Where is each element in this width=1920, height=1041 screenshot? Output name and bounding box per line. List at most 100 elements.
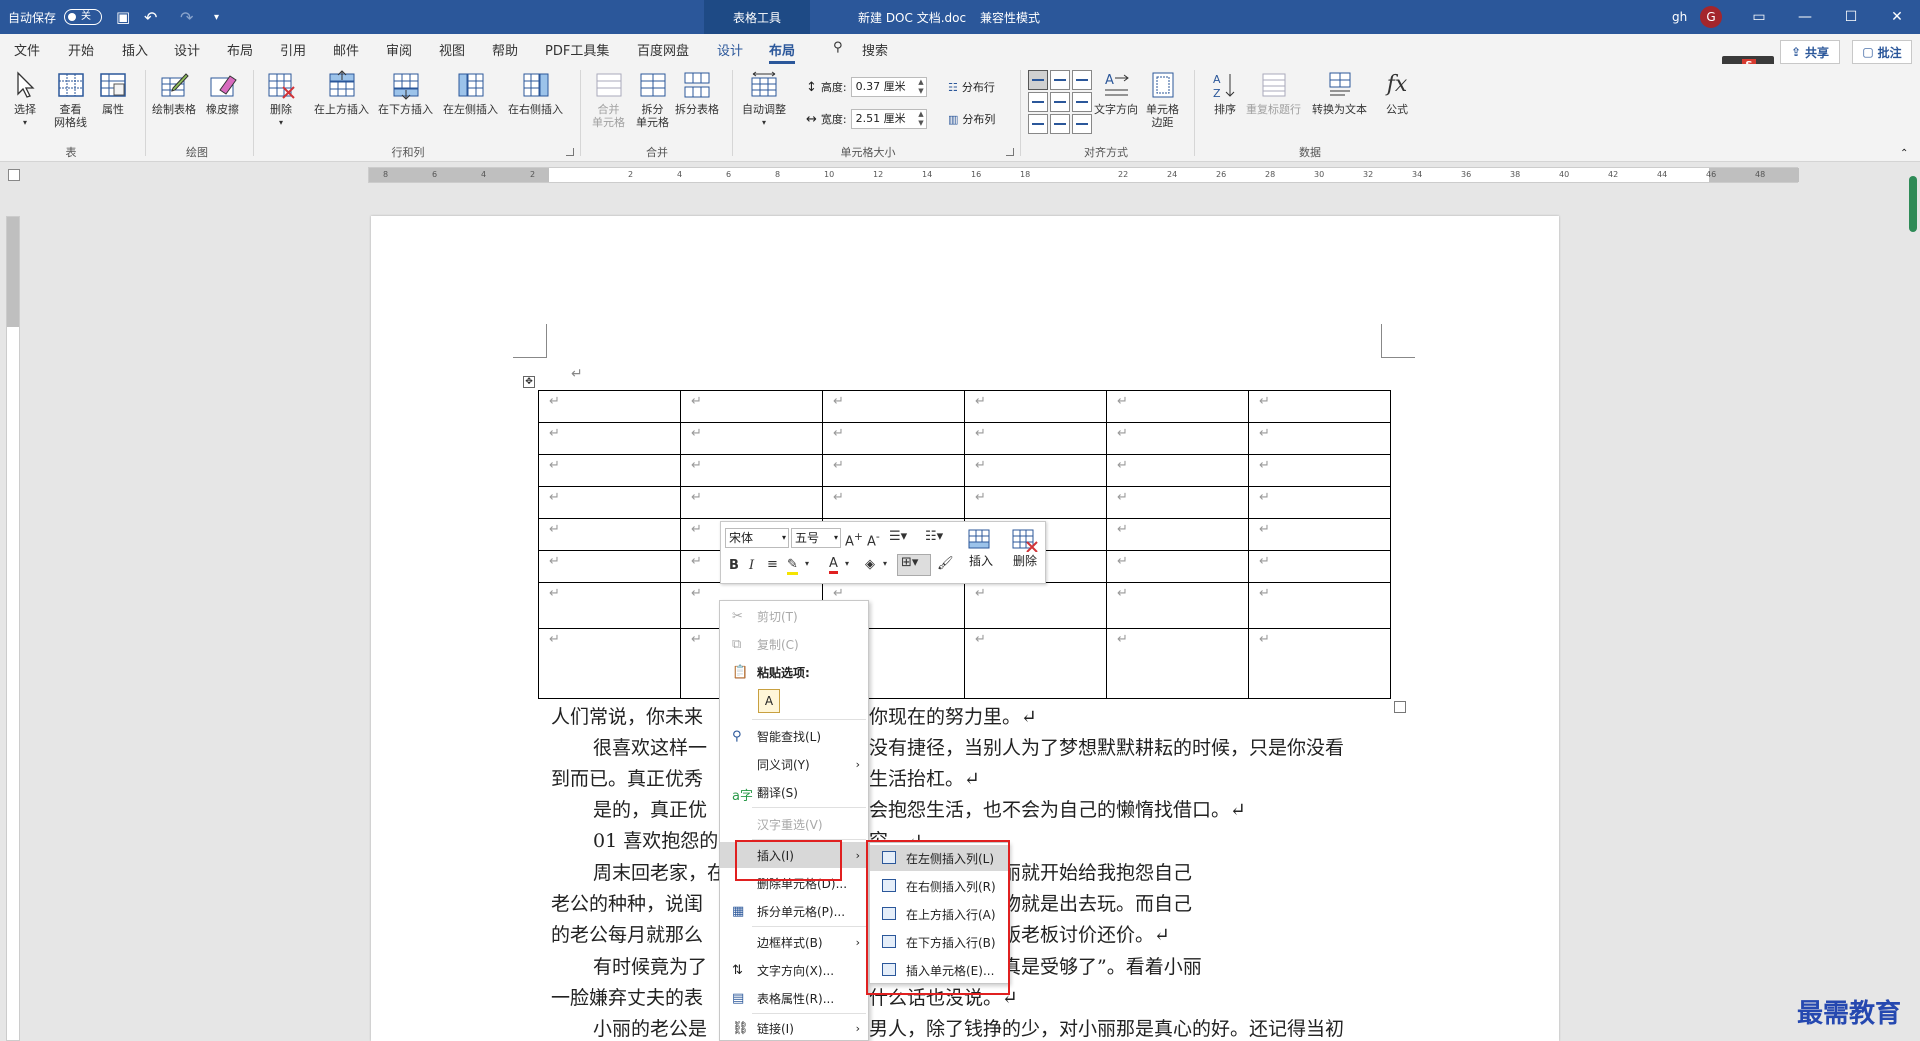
distribute-columns-button[interactable]: ▥ 分布列 — [948, 108, 995, 130]
align-middle-left-icon[interactable] — [1028, 92, 1048, 112]
bullets-icon[interactable]: ☰▾ — [889, 529, 907, 544]
align-top-center-icon[interactable] — [1050, 70, 1070, 90]
table-cell[interactable]: ↵ — [680, 390, 823, 423]
share-button[interactable]: ⇪ 共享 — [1780, 40, 1840, 64]
minimize-icon[interactable]: — — [1782, 0, 1828, 34]
mini-delete-button[interactable]: 删除 — [1011, 528, 1039, 569]
align-bottom-left-icon[interactable] — [1028, 114, 1048, 134]
tab-design[interactable]: 设计 — [174, 40, 200, 59]
tab-table-design[interactable]: 设计 — [717, 40, 743, 59]
autosave-toggle[interactable]: 关 — [64, 9, 102, 25]
width-input[interactable]: 2.51 厘米 ▲ ▼ — [850, 109, 927, 129]
insert-right-button[interactable]: 在右侧插入 — [508, 70, 563, 116]
table-move-handle-icon[interactable]: ✥ — [523, 376, 535, 388]
table-cell[interactable]: ↵ — [538, 454, 681, 487]
table-cell[interactable]: ↵ — [1106, 628, 1249, 699]
table-cell[interactable]: ↵ — [964, 454, 1107, 487]
borders-icon[interactable]: ⊞▾ — [897, 554, 931, 576]
menu-item-synonyms[interactable]: 同义词(Y) › — [720, 751, 868, 777]
grow-font-icon[interactable]: A+ — [845, 530, 863, 549]
font-color-icon[interactable]: A — [829, 556, 838, 574]
table-cell[interactable]: ↵ — [1248, 422, 1391, 455]
cell-size-dialog-launcher-icon[interactable] — [1006, 148, 1014, 156]
numbering-icon[interactable]: ☷▾ — [925, 529, 943, 544]
table-cell[interactable]: ↵ — [1106, 486, 1249, 519]
vertical-ruler[interactable] — [6, 216, 20, 1041]
format-painter-icon[interactable]: 🖌 — [937, 556, 954, 571]
select-button[interactable]: 选择 ▾ — [10, 70, 40, 129]
repeat-header-rows-button[interactable]: 重复标题行 — [1246, 70, 1301, 116]
redo-icon[interactable]: ↷ — [180, 0, 193, 34]
tab-file[interactable]: 文件 — [14, 40, 40, 59]
split-table-button[interactable]: 拆分表格 — [675, 70, 719, 116]
table-cell[interactable]: ↵ — [964, 628, 1107, 699]
menu-item-split-cells[interactable]: ▦ 拆分单元格(P)... — [720, 898, 868, 924]
delete-button[interactable]: 删除 ▾ — [266, 70, 296, 129]
insert-above-button[interactable]: 在上方插入 — [314, 70, 369, 116]
table-cell[interactable]: ↵ — [1248, 454, 1391, 487]
formula-button[interactable]: fx 公式 — [1382, 70, 1412, 116]
scrollbar-thumb[interactable] — [1909, 176, 1917, 232]
height-input[interactable]: 0.37 厘米 ▲ ▼ — [850, 77, 927, 97]
center-align-icon[interactable]: ≡ — [767, 557, 778, 572]
menu-item-border-styles[interactable]: 边框样式(B) › — [720, 929, 868, 955]
table-cell[interactable]: ↵ — [538, 628, 681, 699]
tab-mailings[interactable]: 邮件 — [333, 40, 359, 59]
table-cell[interactable]: ↵ — [1248, 582, 1391, 629]
table-cell[interactable]: ↵ — [822, 486, 965, 519]
shading-icon[interactable]: ◈ — [865, 557, 875, 572]
view-gridlines-button[interactable]: 查看 网格线 — [54, 70, 87, 129]
italic-icon[interactable]: I — [749, 558, 754, 573]
table-cell[interactable]: ↵ — [1248, 390, 1391, 423]
table-cell[interactable]: ↵ — [964, 422, 1107, 455]
properties-button[interactable]: 属性 — [98, 70, 128, 116]
tab-view[interactable]: 视图 — [439, 40, 465, 59]
close-icon[interactable]: ✕ — [1874, 0, 1920, 34]
table-cell[interactable]: ↵ — [964, 486, 1107, 519]
menu-item-reconvert[interactable]: 汉字重选(V) — [720, 811, 868, 837]
insert-below-button[interactable]: 在下方插入 — [378, 70, 433, 116]
font-family-select[interactable]: 宋体 ▾ — [725, 528, 789, 548]
table-cell[interactable]: ↵ — [822, 454, 965, 487]
table-cell[interactable]: ↵ — [1106, 582, 1249, 629]
tab-table-layout[interactable]: 布局 — [769, 40, 796, 64]
table-cell[interactable]: ↵ — [1106, 518, 1249, 551]
height-spinner[interactable]: ▲ ▼ — [918, 78, 923, 96]
align-middle-center-icon[interactable] — [1050, 92, 1070, 112]
merge-cells-button[interactable]: 合并 单元格 — [592, 70, 625, 129]
tab-pdf-tools[interactable]: PDF工具集 — [545, 40, 609, 59]
width-spinner[interactable]: ▲ ▼ — [918, 110, 923, 128]
insert-left-button[interactable]: 在左侧插入 — [443, 70, 498, 116]
search-box[interactable]: 搜索 — [862, 40, 888, 59]
font-size-select[interactable]: 五号 ▾ — [791, 528, 841, 548]
tab-insert[interactable]: 插入 — [122, 40, 148, 59]
vertical-scrollbar[interactable] — [1906, 166, 1920, 1041]
align-top-left-icon[interactable] — [1028, 70, 1048, 90]
bold-icon[interactable]: B — [729, 558, 739, 573]
table-cell[interactable]: ↵ — [538, 582, 681, 629]
font-color-dropdown-icon[interactable]: ▾ — [845, 559, 849, 568]
table-cell[interactable]: ↵ — [1106, 550, 1249, 583]
table-cell[interactable]: ↵ — [1106, 422, 1249, 455]
align-middle-right-icon[interactable] — [1072, 92, 1092, 112]
table-cell[interactable]: ↵ — [822, 422, 965, 455]
align-bottom-right-icon[interactable] — [1072, 114, 1092, 134]
menu-item-table-properties[interactable]: ▤ 表格属性(R)... — [720, 985, 868, 1011]
table-cell[interactable]: ↵ — [964, 390, 1107, 423]
menu-item-translate[interactable]: a字 翻译(S) — [720, 779, 868, 805]
maximize-icon[interactable]: ☐ — [1828, 0, 1874, 34]
table-cell[interactable]: ↵ — [1248, 628, 1391, 699]
align-top-right-icon[interactable] — [1072, 70, 1092, 90]
align-bottom-center-icon[interactable] — [1050, 114, 1070, 134]
table-cell[interactable]: ↵ — [1248, 518, 1391, 551]
ribbon-display-icon[interactable]: ▭ — [1736, 0, 1782, 34]
split-cells-button[interactable]: 拆分 单元格 — [636, 70, 669, 129]
avatar[interactable]: G — [1700, 6, 1722, 28]
table-cell[interactable]: ↵ — [680, 422, 823, 455]
highlight-color-icon[interactable]: ✎ — [787, 557, 798, 575]
menu-item-text-direction[interactable]: ⇅ 文字方向(X)... — [720, 957, 868, 983]
autofit-button[interactable]: 自动调整 ▾ — [742, 70, 786, 129]
collapse-ribbon-icon[interactable]: ⌃ — [1900, 148, 1908, 159]
table-cell[interactable]: ↵ — [1106, 390, 1249, 423]
tab-layout[interactable]: 布局 — [227, 40, 253, 59]
